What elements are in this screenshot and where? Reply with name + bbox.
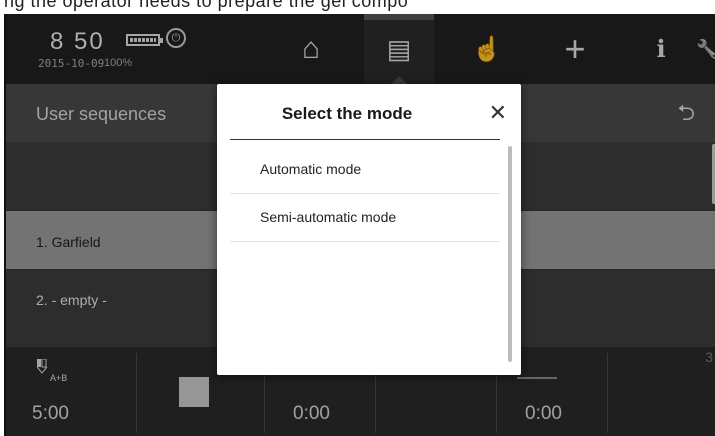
dialog-title: Select the mode [281, 104, 413, 123]
top-document-text-strip: ng the operator needs to prepare the gel… [0, 0, 715, 14]
mode-select-dialog: Select the mode ✕ Automatic mode Semi-au… [217, 84, 521, 375]
option-automatic-mode[interactable]: Automatic mode [230, 146, 500, 194]
top-strip-text: ng the operator needs to prepare the gel… [4, 0, 409, 11]
option-label: Automatic mode [260, 161, 362, 177]
dialog-scrollbar[interactable] [508, 146, 512, 362]
close-icon[interactable]: ✕ [489, 100, 507, 126]
option-semi-automatic-mode[interactable]: Semi-automatic mode [230, 194, 500, 242]
option-label: Semi-automatic mode [260, 209, 397, 225]
divider [230, 139, 500, 140]
